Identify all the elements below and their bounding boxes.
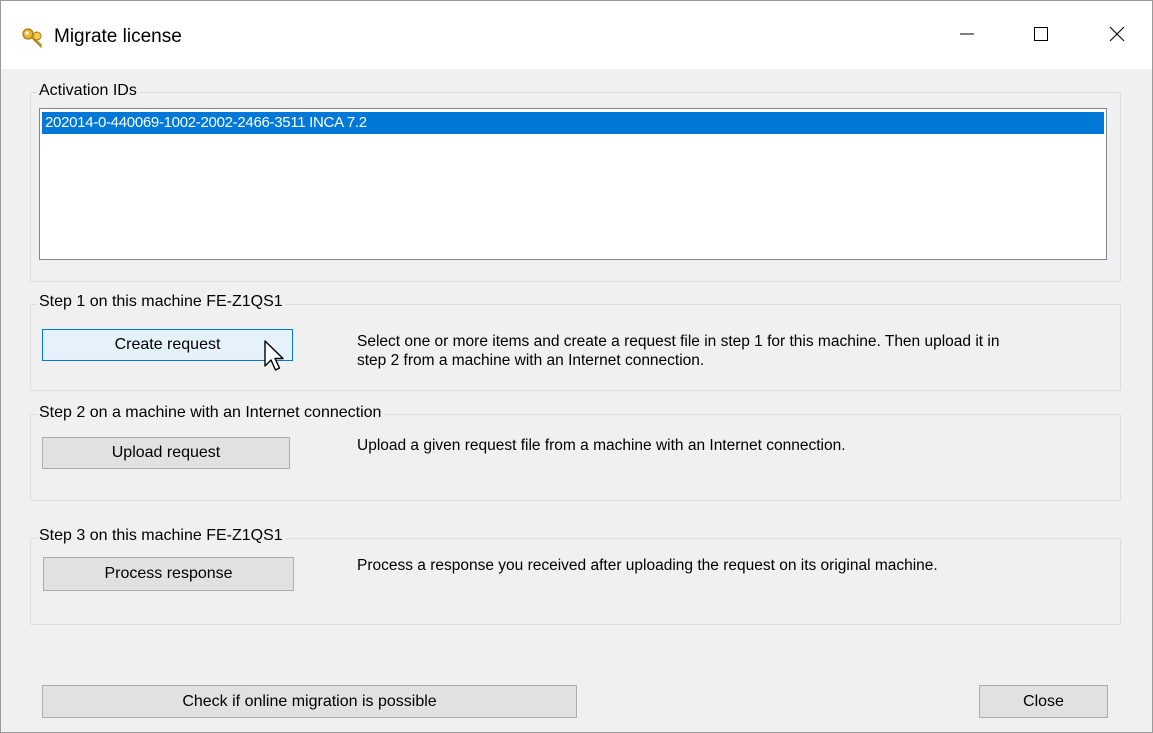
- upload-request-button[interactable]: Upload request: [42, 437, 290, 469]
- maximize-button[interactable]: [1013, 11, 1069, 61]
- title-bar[interactable]: Migrate license: [1, 1, 1152, 69]
- maximize-icon: [1033, 26, 1049, 47]
- activation-ids-list[interactable]: 202014-0-440069-1002-2002-2466-3511 INCA…: [39, 108, 1107, 260]
- check-online-migration-button[interactable]: Check if online migration is possible: [42, 685, 577, 718]
- activation-ids-label: Activation IDs: [37, 82, 140, 100]
- list-item[interactable]: 202014-0-440069-1002-2002-2466-3511 INCA…: [42, 112, 1104, 134]
- step2-description: Upload a given request file from a machi…: [357, 437, 846, 454]
- close-button[interactable]: Close: [979, 685, 1108, 718]
- step1-description-line1: Select one or more items and create a re…: [357, 333, 1000, 350]
- minimize-icon: [959, 26, 975, 47]
- step2-label: Step 2 on a machine with an Internet con…: [37, 404, 385, 422]
- step3-label: Step 3 on this machine FE-Z1QS1: [37, 527, 286, 545]
- key-icon: [21, 27, 45, 51]
- mouse-pointer-icon: [263, 339, 289, 375]
- minimize-button[interactable]: [939, 11, 995, 61]
- step1-label: Step 1 on this machine FE-Z1QS1: [37, 293, 286, 311]
- migrate-license-dialog: Migrate license Activation IDs 202014-0-…: [0, 0, 1153, 733]
- close-window-button[interactable]: [1089, 11, 1145, 61]
- step1-description-line2: step 2 from a machine with an Internet c…: [357, 352, 705, 369]
- process-response-button[interactable]: Process response: [43, 557, 294, 591]
- step3-description: Process a response you received after up…: [357, 557, 938, 574]
- create-request-button[interactable]: Create request: [42, 329, 293, 361]
- window-title: Migrate license: [54, 26, 182, 47]
- step1-description: Select one or more items and create a re…: [357, 332, 1107, 370]
- close-icon: [1109, 26, 1125, 47]
